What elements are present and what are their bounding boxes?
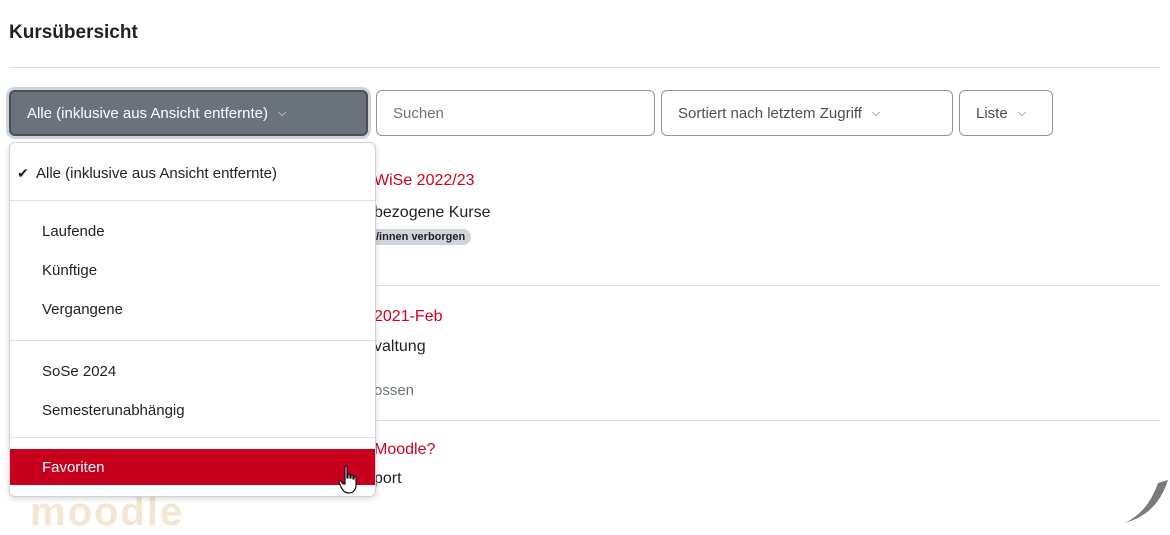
menu-item-label: Vergangene <box>42 300 123 318</box>
menu-item-label: Alle (inklusive aus Ansicht entfernte) <box>36 164 277 182</box>
status-badge: /innen verborgen <box>370 229 472 245</box>
menu-item-favoriten[interactable]: Favoriten <box>10 449 375 485</box>
chevron-down-icon: ⌵ <box>1017 106 1027 119</box>
sort-label: Sortiert nach letztem Zugriff <box>678 104 862 122</box>
menu-item-vergangene[interactable]: Vergangene <box>10 291 375 327</box>
menu-divider <box>10 200 375 201</box>
menu-item-label: Semesterunabhängig <box>42 401 185 419</box>
course-row-divider <box>376 285 1160 286</box>
course-title-link[interactable]: Moodle? <box>374 441 435 459</box>
sort-dropdown-button[interactable]: Sortiert nach letztem Zugriff ⌵ <box>661 90 953 136</box>
filter-label: Alle (inklusive aus Ansicht entfernte) <box>27 104 268 122</box>
menu-item-all[interactable]: ✔ Alle (inklusive aus Ansicht entfernte) <box>10 155 375 191</box>
course-title-link[interactable]: 2021-Feb <box>374 308 443 326</box>
menu-item-label: Künftige <box>42 261 98 279</box>
course-filter-menu: ✔ Alle (inklusive aus Ansicht entfernte)… <box>9 142 376 497</box>
menu-item-laufende[interactable]: Laufende <box>10 213 375 249</box>
course-category: valtung <box>374 338 426 355</box>
page-title: Kursübersicht <box>9 22 138 43</box>
menu-item-semesterunabhaengig[interactable]: Semesterunabhängig <box>10 392 375 428</box>
course-category: bezogene Kurse <box>374 204 491 221</box>
course-row-divider <box>376 420 1160 421</box>
menu-item-label: SoSe 2024 <box>42 362 117 380</box>
menu-item-label: Favoriten <box>42 458 105 476</box>
search-placeholder: Suchen <box>393 104 444 122</box>
course-filter-dropdown-button[interactable]: Alle (inklusive aus Ansicht entfernte) ⌵ <box>9 90 368 136</box>
menu-divider <box>10 340 375 341</box>
menu-divider <box>10 437 375 438</box>
course-title-link[interactable]: WiSe 2022/23 <box>374 172 475 190</box>
header-divider <box>9 67 1160 68</box>
menu-item-sose-2024[interactable]: SoSe 2024 <box>10 353 375 389</box>
page-curl-decoration <box>1120 465 1170 525</box>
course-category: port <box>374 470 402 487</box>
course-status: ossen <box>374 382 415 399</box>
check-icon: ✔ <box>17 164 29 181</box>
menu-item-kuenftige[interactable]: Künftige <box>10 252 375 288</box>
search-input[interactable]: Suchen <box>376 90 655 136</box>
menu-item-label: Laufende <box>42 222 105 240</box>
view-label: Liste <box>976 104 1008 122</box>
chevron-down-icon: ⌵ <box>277 106 287 119</box>
chevron-down-icon: ⌵ <box>871 106 881 119</box>
view-mode-dropdown-button[interactable]: Liste ⌵ <box>959 90 1053 136</box>
hand-cursor-icon <box>338 465 357 494</box>
